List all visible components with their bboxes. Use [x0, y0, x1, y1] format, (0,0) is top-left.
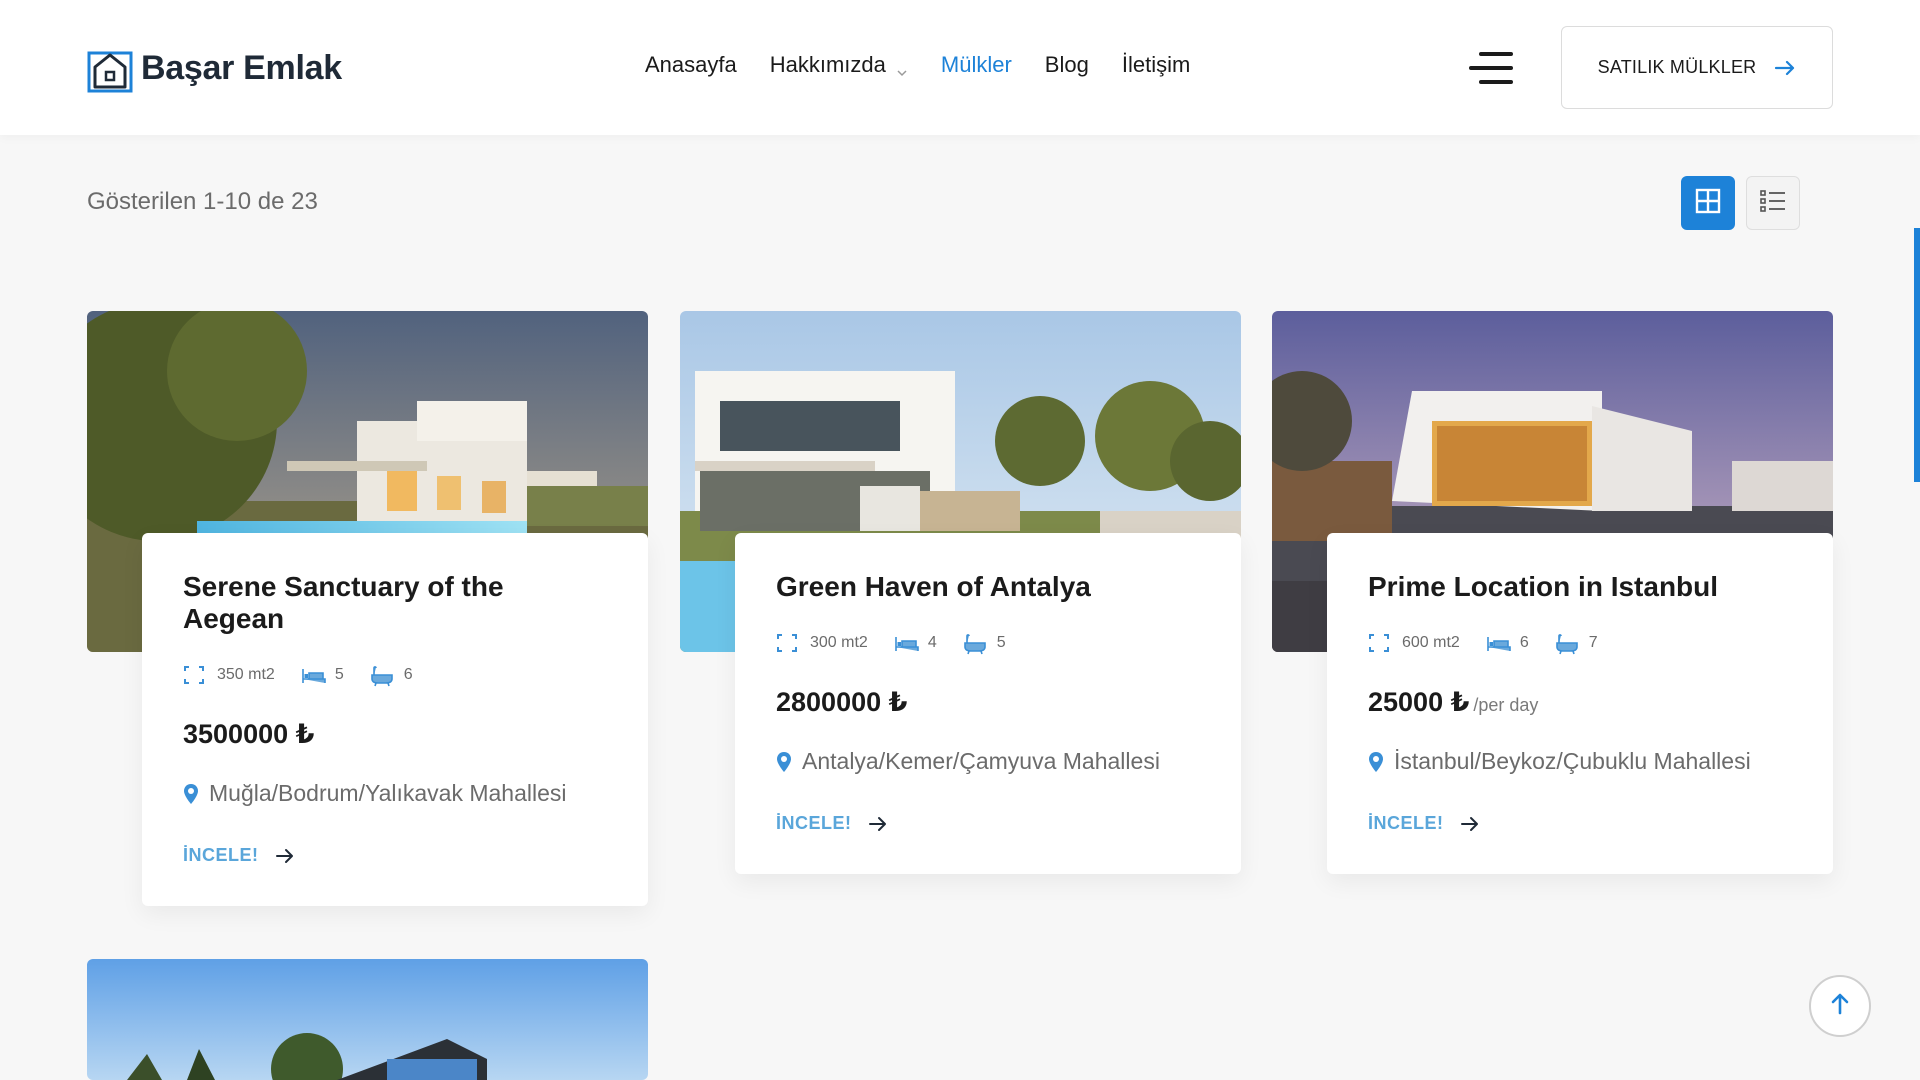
grid-view-button[interactable] — [1681, 176, 1735, 230]
bath-meta: 5 — [963, 633, 1006, 655]
bed-meta: 4 — [894, 633, 937, 653]
price-value: 25000 ₺ — [1368, 687, 1470, 717]
grid-icon — [1695, 188, 1721, 219]
area-meta: 300 mt2 — [776, 633, 868, 653]
map-pin-icon — [1368, 751, 1384, 773]
arrow-right-icon — [1774, 60, 1796, 76]
brand-name: Başar Emlak — [141, 48, 342, 87]
bath-value: 7 — [1588, 634, 1598, 651]
listing-location: Muğla/Bodrum/Yalıkavak Mahallesi — [183, 780, 608, 807]
hamburger-icon[interactable] — [1469, 50, 1513, 86]
bath-meta: 6 — [370, 665, 413, 687]
bed-icon — [894, 633, 919, 653]
location-text: İstanbul/Beykoz/Çubuklu Mahallesi — [1394, 748, 1751, 774]
listing-price: 3500000 ₺ — [183, 719, 608, 750]
listing-meta: 600 mt2 6 7 — [1368, 633, 1793, 655]
listing-title[interactable]: Serene Sanctuary of the Aegean — [183, 571, 608, 635]
view-details-link[interactable]: İNCELE! — [183, 845, 608, 866]
area-icon — [183, 665, 205, 685]
listing-card-body: Serene Sanctuary of the Aegean 350 mt2 5… — [142, 533, 648, 906]
location-text: Antalya/Kemer/Çamyuva Mahallesi — [802, 748, 1160, 774]
back-to-top-button[interactable] — [1809, 975, 1871, 1037]
location-text: Muğla/Bodrum/Yalıkavak Mahallesi — [209, 780, 567, 806]
nav-label: Blog — [1044, 52, 1089, 77]
nav-item-hakkimizda[interactable]: Hakkımızda — [770, 52, 908, 78]
house-logo-icon — [87, 43, 133, 93]
site-header: Başar Emlak Anasayfa Hakkımızda Mülkler … — [0, 0, 1920, 135]
nav-label: Mülkler — [940, 52, 1012, 77]
bed-meta: 5 — [301, 665, 344, 685]
list-icon — [1759, 188, 1787, 219]
area-icon — [776, 633, 798, 653]
arrow-right-icon — [275, 848, 295, 864]
bath-meta: 7 — [1555, 633, 1598, 655]
area-meta: 600 mt2 — [1368, 633, 1460, 653]
bed-value: 4 — [927, 634, 937, 651]
map-pin-icon — [183, 783, 199, 805]
listing-meta: 300 mt2 4 5 — [776, 633, 1201, 655]
arrow-right-icon — [1460, 816, 1480, 832]
results-count: Gösterilen 1-10 de 23 — [87, 188, 318, 215]
bath-value: 5 — [996, 634, 1006, 651]
scrollbar-thumb[interactable] — [1914, 228, 1920, 482]
view-details-label: İNCELE! — [776, 813, 852, 833]
for-sale-properties-button[interactable]: SATILIK MÜLKLER — [1561, 26, 1833, 109]
nav-item-blog[interactable]: Blog — [1045, 52, 1089, 78]
listing-meta: 350 mt2 5 6 — [183, 665, 608, 687]
listing-card-body: Prime Location in Istanbul 600 mt2 6 7 2… — [1327, 533, 1833, 874]
nav-label: Hakkımızda — [769, 52, 886, 77]
bed-icon — [301, 665, 326, 685]
bathtub-icon — [1555, 633, 1578, 655]
main-nav: Anasayfa Hakkımızda Mülkler Blog İletişi… — [645, 52, 1223, 78]
area-value: 600 mt2 — [1402, 634, 1460, 651]
view-details-link[interactable]: İNCELE! — [1368, 813, 1793, 834]
area-value: 300 mt2 — [810, 634, 868, 651]
bed-value: 5 — [334, 666, 344, 683]
cta-label: SATILIK MÜLKLER — [1597, 57, 1757, 77]
area-value: 350 mt2 — [217, 666, 275, 683]
price-value: 3500000 ₺ — [183, 719, 315, 749]
bed-value: 6 — [1519, 634, 1529, 651]
bathtub-icon — [963, 633, 986, 655]
listing-card-body: Green Haven of Antalya 300 mt2 4 5 28000… — [735, 533, 1241, 874]
arrow-right-icon — [868, 816, 888, 832]
view-details-link[interactable]: İNCELE! — [776, 813, 1201, 834]
nav-label: İletişim — [1121, 52, 1191, 77]
arrow-up-icon — [1829, 992, 1851, 1021]
price-suffix: /per day — [1473, 695, 1539, 715]
view-details-label: İNCELE! — [1368, 813, 1444, 833]
price-value: 2800000 ₺ — [776, 687, 908, 717]
nav-item-anasayfa[interactable]: Anasayfa — [645, 52, 737, 78]
bathtub-icon — [370, 665, 393, 687]
listing-price: 25000 ₺ /per day — [1368, 687, 1793, 718]
list-view-button[interactable] — [1746, 176, 1800, 230]
listing-price: 2800000 ₺ — [776, 687, 1201, 718]
listing-title[interactable]: Green Haven of Antalya — [776, 571, 1201, 603]
brand-logo[interactable]: Başar Emlak — [87, 43, 342, 93]
area-meta: 350 mt2 — [183, 665, 275, 685]
bed-meta: 6 — [1486, 633, 1529, 653]
map-pin-icon — [776, 751, 792, 773]
chevron-down-icon — [896, 59, 908, 77]
listing-title[interactable]: Prime Location in Istanbul — [1368, 571, 1793, 603]
bath-value: 6 — [403, 666, 413, 683]
nav-item-mulkler[interactable]: Mülkler — [941, 52, 1012, 78]
nav-label: Anasayfa — [645, 52, 737, 77]
bed-icon — [1486, 633, 1511, 653]
nav-item-iletisim[interactable]: İletişim — [1122, 52, 1190, 78]
view-details-label: İNCELE! — [183, 845, 259, 865]
listing-location: Antalya/Kemer/Çamyuva Mahallesi — [776, 748, 1201, 775]
area-icon — [1368, 633, 1390, 653]
listing-photo[interactable] — [87, 959, 648, 1080]
listing-location: İstanbul/Beykoz/Çubuklu Mahallesi — [1368, 748, 1793, 775]
